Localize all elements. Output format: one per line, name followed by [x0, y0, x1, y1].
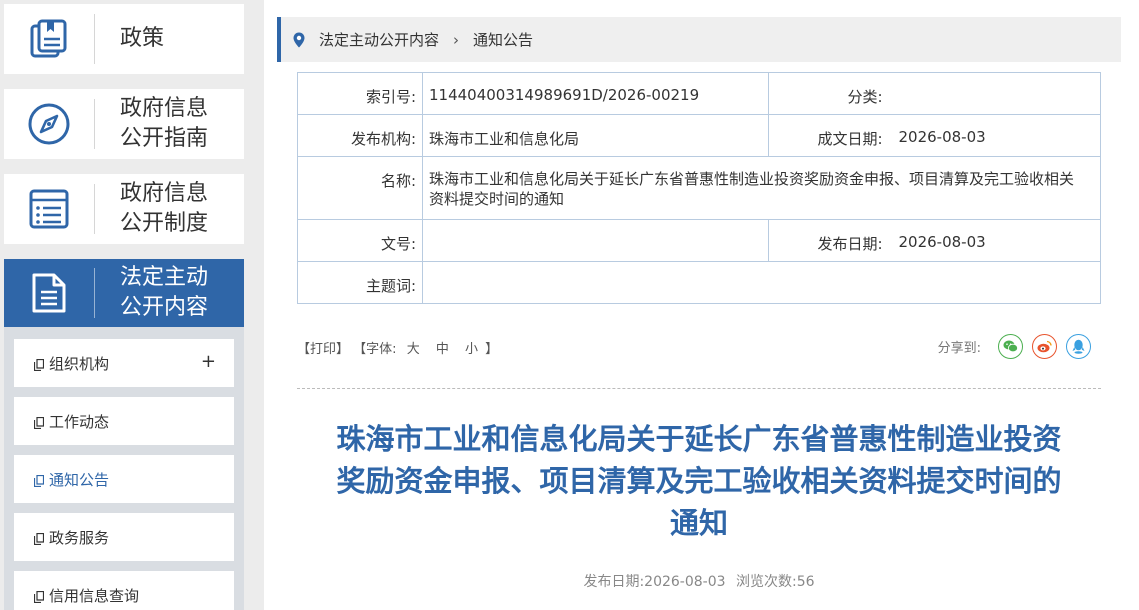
sidebar: 政策 政府信息 公开指南 政府信息 公开制度 法定主动 公开内容 组织机构 + …	[0, 0, 250, 610]
docno-value	[422, 219, 769, 262]
subnav-item-gov-services[interactable]: 政务服务	[14, 513, 234, 561]
weibo-icon[interactable]	[1032, 334, 1057, 359]
index-label: 索引号:	[297, 72, 423, 115]
keywords-label: 主题词:	[297, 261, 423, 304]
keywords-value	[422, 261, 1101, 304]
nav-disclosure-system-line2: 公开制度	[120, 211, 209, 236]
share-label: 分享到:	[937, 341, 981, 356]
subnav-item-work-news[interactable]: 工作动态	[14, 397, 234, 445]
subnav-item-label: 信用信息查询	[49, 586, 140, 605]
chevron-right-icon: ›	[453, 30, 460, 49]
subnav-item-notices[interactable]: 通知公告	[14, 455, 234, 503]
document-small-icon	[33, 473, 45, 488]
article-title-line1: 珠海市工业和信息化局关于延长广东省普惠性制造业投资	[336, 422, 1062, 456]
qq-icon[interactable]	[1066, 334, 1091, 359]
document-small-icon	[33, 415, 45, 430]
nav-statutory-content-line2: 公开内容	[120, 295, 209, 320]
document-icon	[4, 271, 94, 315]
subnav-item-credit-query[interactable]: 信用信息查询	[14, 571, 234, 610]
publisher-label: 发布机构:	[297, 114, 423, 157]
published-date-value: 2026-08-03	[888, 219, 1101, 262]
share-bar: 分享到:	[938, 334, 1091, 359]
list-document-icon	[4, 187, 94, 231]
nav-statutory-content[interactable]: 法定主动 公开内容	[4, 259, 244, 327]
subnav-item-label: 政务服务	[49, 528, 110, 547]
nav-disclosure-guide-line2: 公开指南	[120, 126, 209, 151]
category-value	[888, 72, 1101, 115]
article-title-line2: 奖励资金申报、项目清算及完工验收相关资料提交时间的	[336, 464, 1062, 498]
subnav-item-label: 通知公告	[49, 470, 110, 489]
nav-disclosure-system-line1: 政府信息	[120, 181, 209, 206]
nav-disclosure-guide-line1: 政府信息	[120, 96, 209, 121]
print-button[interactable]: 【打印】	[297, 342, 349, 357]
main-content: 法定主动公开内容 › 通知公告 索引号: 11440400314989691D/…	[264, 0, 1139, 610]
publisher-value: 珠海市工业和信息化局	[422, 114, 769, 157]
breadcrumb: 法定主动公开内容 › 通知公告	[277, 17, 1121, 62]
document-small-icon	[33, 357, 45, 372]
location-pin-icon	[293, 32, 305, 48]
expand-plus-icon[interactable]: +	[201, 351, 216, 372]
font-medium-button[interactable]: 中	[436, 342, 449, 357]
article-meta: 发布日期:2026-08-03 浏览次数:56	[297, 571, 1101, 591]
article-title: 珠海市工业和信息化局关于延长广东省普惠性制造业投资 奖励资金申报、项目清算及完工…	[297, 418, 1101, 544]
subnav-item-organization[interactable]: 组织机构 +	[14, 339, 234, 387]
document-small-icon	[33, 531, 45, 546]
breadcrumb-item-notices[interactable]: 通知公告	[473, 29, 533, 50]
created-date-label: 成文日期:	[768, 114, 889, 157]
category-label: 分类:	[768, 72, 889, 115]
article-tools: 【打印】 【字体: 大 中 小 】	[297, 338, 498, 357]
font-suffix: 】	[485, 342, 499, 357]
nav-policy[interactable]: 政策	[4, 4, 244, 74]
meta-date: 2026-08-03	[644, 574, 726, 590]
document-small-icon	[33, 589, 45, 604]
docno-label: 文号:	[297, 219, 423, 262]
document-info-table: 索引号: 11440400314989691D/2026-00219 分类: 发…	[297, 72, 1101, 304]
compass-icon	[4, 102, 94, 146]
article-title-line3: 通知	[669, 506, 728, 540]
index-value: 11440400314989691D/2026-00219	[422, 72, 769, 115]
nav-statutory-content-line1: 法定主动	[120, 265, 209, 290]
policy-book-icon	[4, 18, 94, 60]
name-value: 珠海市工业和信息化局关于延长广东省普惠性制造业投资奖励资金申报、项目清算及完工验…	[422, 156, 1101, 220]
name-label: 名称:	[297, 156, 423, 220]
divider	[297, 388, 1101, 389]
meta-views: 56	[796, 574, 815, 590]
font-large-button[interactable]: 大	[407, 342, 420, 357]
subnav-panel: 组织机构 + 工作动态 通知公告 政务服务 信用信息查询	[4, 327, 244, 610]
nav-policy-label: 政策	[120, 26, 165, 51]
breadcrumb-item-statutory[interactable]: 法定主动公开内容	[319, 29, 439, 50]
subnav-item-label: 组织机构	[49, 354, 110, 373]
nav-disclosure-guide[interactable]: 政府信息 公开指南	[4, 89, 244, 159]
created-date-value: 2026-08-03	[888, 114, 1101, 157]
wechat-icon[interactable]	[998, 334, 1023, 359]
meta-date-label: 发布日期:	[583, 574, 645, 590]
font-prefix: 【字体:	[353, 342, 397, 357]
font-small-button[interactable]: 小	[465, 342, 478, 357]
meta-views-label: 浏览次数:	[736, 574, 797, 590]
published-date-label: 发布日期:	[768, 219, 889, 262]
subnav-item-label: 工作动态	[49, 412, 110, 431]
nav-disclosure-system[interactable]: 政府信息 公开制度	[4, 174, 244, 244]
